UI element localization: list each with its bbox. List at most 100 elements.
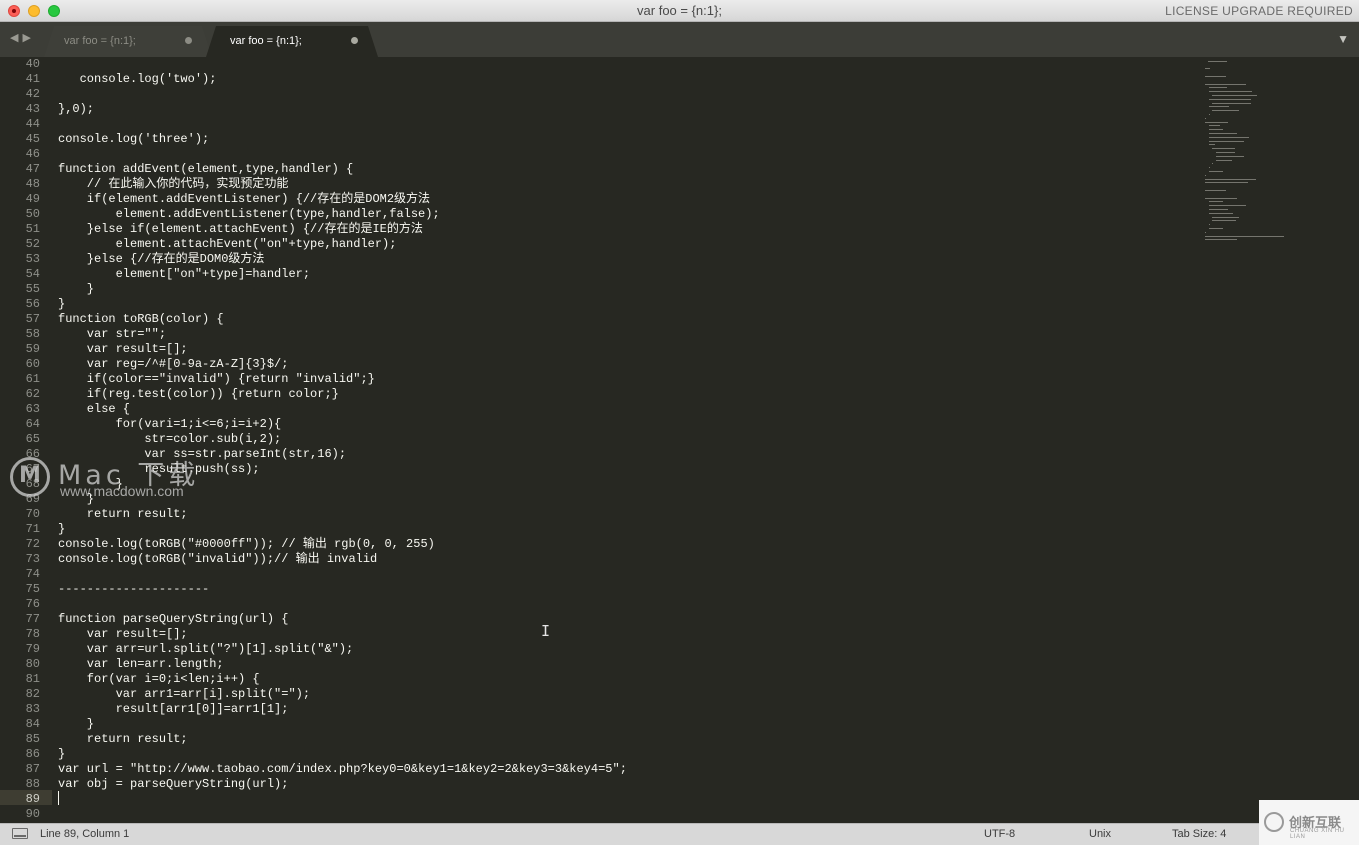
line-number: 50 bbox=[25, 207, 40, 221]
line-number: 55 bbox=[25, 282, 40, 296]
code-line[interactable] bbox=[58, 87, 627, 102]
code-line[interactable]: console.log('three'); bbox=[58, 132, 627, 147]
code-line[interactable]: } bbox=[58, 747, 627, 762]
code-line[interactable]: else { bbox=[58, 402, 627, 417]
code-line[interactable]: var obj = parseQueryString(url); bbox=[58, 777, 627, 792]
window-title: var foo = {n:1}; bbox=[637, 3, 722, 18]
minimap-line bbox=[1208, 144, 1215, 146]
code-line[interactable] bbox=[58, 117, 627, 132]
code-line[interactable] bbox=[58, 807, 627, 822]
minimap-line bbox=[1205, 117, 1206, 119]
corner-logo-icon bbox=[1264, 812, 1284, 832]
line-number: 46 bbox=[25, 147, 40, 161]
minimap-line bbox=[1205, 231, 1206, 233]
tab-navigation-arrows[interactable]: ◀▶ bbox=[10, 31, 35, 44]
minimap-line bbox=[1208, 114, 1210, 115]
minimap-line bbox=[1208, 125, 1220, 127]
code-line[interactable]: console.log('two'); bbox=[58, 72, 627, 87]
code-line[interactable]: var reg=/^#[0-9a-zA-Z]{3}$/; bbox=[58, 357, 627, 372]
tab-size-selector[interactable]: Tab Size: 4 bbox=[1172, 828, 1226, 840]
code-line[interactable]: }else if(element.attachEvent) {//存在的是IE的… bbox=[58, 222, 627, 237]
line-number: 80 bbox=[25, 657, 40, 671]
modified-dot-icon[interactable] bbox=[351, 37, 358, 44]
code-area[interactable]: console.log('two'); },0); console.log('thr… bbox=[58, 57, 627, 822]
code-line[interactable]: element.attachEvent("on"+type,handler); bbox=[58, 237, 627, 252]
code-line[interactable]: // 在此输入你的代码，实现预定功能 bbox=[58, 177, 627, 192]
code-line[interactable]: if(color=="invalid") {return "invalid";} bbox=[58, 372, 627, 387]
code-line[interactable]: console.log(toRGB("#0000ff")); // 输出 rgb… bbox=[58, 537, 627, 552]
code-line[interactable]: for(vari=1;i<=6;i=i+2){ bbox=[58, 417, 627, 432]
code-line[interactable]: return result; bbox=[58, 507, 627, 522]
minimap-line bbox=[1212, 163, 1214, 165]
code-line[interactable]: var url = "http://www.taobao.com/index.p… bbox=[58, 762, 627, 777]
minimap-line bbox=[1207, 60, 1227, 62]
line-number: 52 bbox=[25, 237, 40, 251]
code-line[interactable]: result[arr1[0]]=arr1[1]; bbox=[58, 702, 627, 717]
line-endings-selector[interactable]: Unix bbox=[1089, 828, 1111, 840]
minimap-line bbox=[1205, 182, 1248, 184]
tab-1[interactable]: var foo = {n:1}; bbox=[44, 26, 212, 57]
minimap-line bbox=[1208, 167, 1210, 169]
minimap-line bbox=[1208, 209, 1228, 210]
minimap-line bbox=[1208, 201, 1223, 203]
watermark-logo-icon: M bbox=[10, 457, 50, 497]
line-number: 87 bbox=[25, 762, 40, 776]
code-line[interactable]: } bbox=[58, 522, 627, 537]
line-number: 77 bbox=[25, 612, 40, 626]
minimap-line bbox=[1208, 140, 1244, 142]
code-line[interactable]: if(element.addEventListener) {//存在的是DOM2… bbox=[58, 192, 627, 207]
tab-menu-icon[interactable]: ▼ bbox=[1337, 32, 1349, 46]
code-line[interactable] bbox=[58, 147, 627, 162]
line-number: 48 bbox=[25, 177, 40, 191]
code-line[interactable]: var len=arr.length; bbox=[58, 657, 627, 672]
code-line[interactable]: var arr=url.split("?")[1].split("&"); bbox=[58, 642, 627, 657]
arrow-right-icon[interactable]: ▶ bbox=[22, 32, 34, 44]
minimap-line bbox=[1205, 197, 1237, 199]
code-editor[interactable]: 40 41 42 43 44 45 46 47 48 49 50 51 52 53 54 55 56 57 58 59… bbox=[0, 57, 1359, 823]
minimap[interactable] bbox=[1205, 57, 1300, 247]
line-number: 79 bbox=[25, 642, 40, 656]
code-line[interactable]: var str=""; bbox=[58, 327, 627, 342]
arrow-left-icon[interactable]: ◀ bbox=[10, 32, 22, 44]
line-number: 65 bbox=[25, 432, 40, 446]
code-line[interactable] bbox=[58, 57, 627, 72]
code-line[interactable]: element["on"+type]=handler; bbox=[58, 267, 627, 282]
code-line[interactable]: return result; bbox=[58, 732, 627, 747]
code-line[interactable]: var arr1=arr[i].split("="); bbox=[58, 687, 627, 702]
code-line[interactable]: } bbox=[58, 297, 627, 312]
code-line[interactable]: },0); bbox=[58, 102, 627, 117]
encoding-selector[interactable]: UTF-8 bbox=[984, 828, 1015, 840]
code-line[interactable]: str=color.sub(i,2); bbox=[58, 432, 627, 447]
line-number: 88 bbox=[25, 777, 40, 791]
corner-logo: 创新互联 CHUANG XIN HU LIAN bbox=[1259, 800, 1359, 845]
line-number: 71 bbox=[25, 522, 40, 536]
code-line[interactable]: } bbox=[58, 282, 627, 297]
code-line[interactable] bbox=[58, 792, 627, 807]
code-line[interactable]: function toRGB(color) { bbox=[58, 312, 627, 327]
license-notice[interactable]: LICENSE UPGRADE REQUIRED bbox=[1165, 4, 1353, 18]
line-number: 61 bbox=[25, 372, 40, 386]
line-number: 70 bbox=[25, 507, 40, 521]
line-number: 75 bbox=[25, 582, 40, 596]
minimap-line bbox=[1215, 155, 1244, 157]
code-line[interactable] bbox=[58, 597, 627, 612]
line-number: 63 bbox=[25, 402, 40, 416]
panel-toggle-icon[interactable] bbox=[12, 828, 28, 839]
code-line[interactable]: function addEvent(element,type,handler) … bbox=[58, 162, 627, 177]
code-line[interactable]: element.addEventListener(type,handler,fa… bbox=[58, 207, 627, 222]
code-line[interactable]: }else {//存在的是DOM0级方法 bbox=[58, 252, 627, 267]
minimap-line bbox=[1208, 133, 1237, 134]
code-line[interactable]: var result=[]; bbox=[58, 342, 627, 357]
code-line[interactable]: console.log(toRGB("invalid"));// 输出 inva… bbox=[58, 552, 627, 567]
title-bar: var foo = {n:1}; LICENSE UPGRADE REQUIRE… bbox=[0, 0, 1359, 22]
code-line[interactable] bbox=[58, 567, 627, 582]
modified-dot-icon[interactable] bbox=[185, 37, 192, 44]
code-line[interactable]: --------------------- bbox=[58, 582, 627, 597]
line-number: 57 bbox=[25, 312, 40, 326]
tab-2-active[interactable]: var foo = {n:1}; bbox=[206, 26, 378, 57]
code-line[interactable]: } bbox=[58, 717, 627, 732]
line-number: 41 bbox=[25, 72, 40, 86]
line-number: 74 bbox=[25, 567, 40, 581]
code-line[interactable]: for(var i=0;i<len;i++) { bbox=[58, 672, 627, 687]
code-line[interactable]: if(reg.test(color)) {return color;} bbox=[58, 387, 627, 402]
